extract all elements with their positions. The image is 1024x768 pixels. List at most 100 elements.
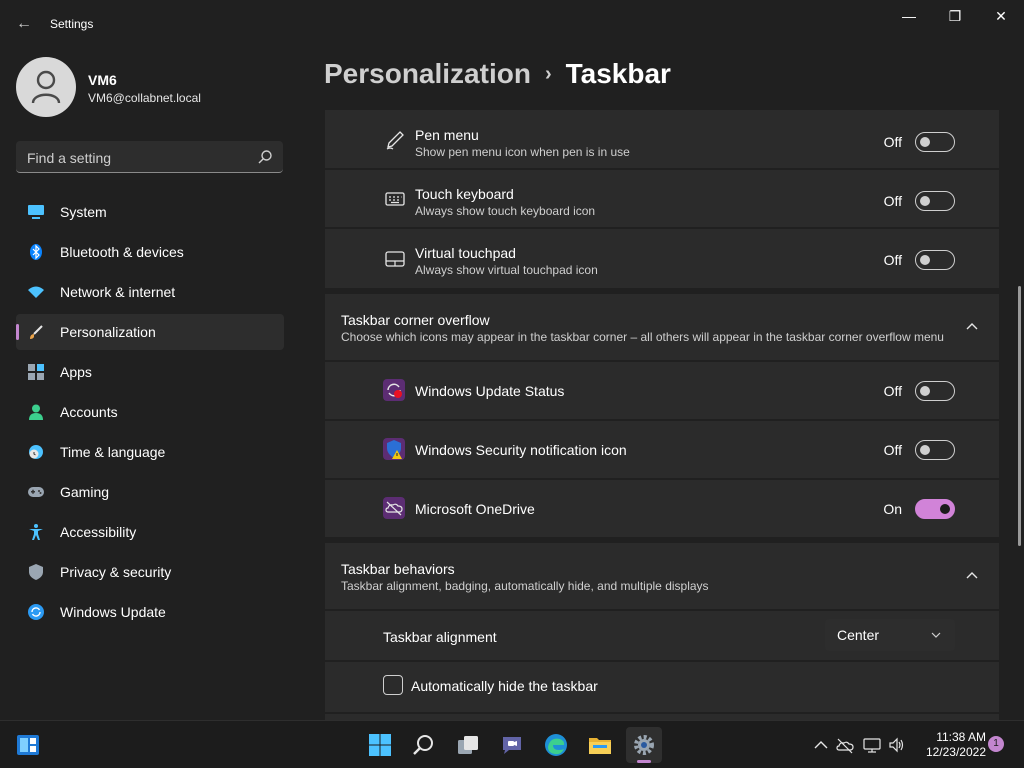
toggle-knob xyxy=(920,445,930,455)
sidebar-item-privacy-security[interactable]: Privacy & security xyxy=(16,554,284,590)
edge-icon xyxy=(545,734,567,756)
sidebar-item-time-language[interactable]: Time & language xyxy=(16,434,284,470)
task-view-button[interactable] xyxy=(450,727,486,763)
sidebar-nav: System Bluetooth & devices Network & int… xyxy=(16,194,284,634)
windows-update-status-toggle[interactable] xyxy=(915,381,955,401)
sidebar-item-system[interactable]: System xyxy=(16,194,284,230)
sidebar-item-label: Bluetooth & devices xyxy=(60,244,184,260)
onedrive-icon xyxy=(383,497,405,519)
minimize-button[interactable]: — xyxy=(886,4,932,28)
apps-icon xyxy=(28,364,44,380)
sidebar-item-label: Privacy & security xyxy=(60,564,172,580)
search-button[interactable] xyxy=(406,727,442,763)
toggle-knob xyxy=(920,196,930,206)
user-profile[interactable]: VM6 VM6@collabnet.local xyxy=(16,57,296,117)
setting-row-onedrive: Microsoft OneDrive On xyxy=(325,480,999,537)
setting-subtitle: Always show touch keyboard icon xyxy=(415,204,596,218)
toggle-state-label: Off xyxy=(883,442,902,458)
virtual-touchpad-toggle[interactable] xyxy=(915,250,955,270)
settings-button[interactable] xyxy=(626,727,662,763)
section-title: Taskbar behaviors xyxy=(341,561,455,577)
sidebar-item-label: System xyxy=(60,204,107,220)
section-subtitle: Choose which icons may appear in the tas… xyxy=(341,330,944,344)
notification-badge[interactable]: 1 xyxy=(988,736,1004,752)
sidebar-item-label: Accessibility xyxy=(60,524,137,540)
widgets-button[interactable] xyxy=(10,727,46,763)
start-button[interactable] xyxy=(362,727,398,763)
sidebar-item-gaming[interactable]: Gaming xyxy=(16,474,284,510)
keyboard-icon xyxy=(385,192,405,206)
chevron-up-icon[interactable] xyxy=(965,320,979,334)
person-icon xyxy=(31,70,61,104)
sidebar-item-accessibility[interactable]: Accessibility xyxy=(16,514,284,550)
setting-title: Touch keyboard xyxy=(415,186,514,202)
clock-time: 11:38 AM xyxy=(936,730,986,744)
maximize-button[interactable]: ❐ xyxy=(932,4,978,28)
wifi-icon xyxy=(28,286,44,298)
toggle-state-label: On xyxy=(883,501,902,517)
toggle-state-label: Off xyxy=(883,193,902,209)
auto-hide-checkbox[interactable] xyxy=(383,675,403,695)
chevron-down-icon xyxy=(931,632,941,638)
widgets-icon xyxy=(17,735,39,755)
onedrive-toggle[interactable] xyxy=(915,499,955,519)
sidebar-item-label: Personalization xyxy=(60,324,156,340)
avatar xyxy=(16,57,76,117)
shield-icon xyxy=(29,564,43,580)
accessibility-icon xyxy=(29,524,43,540)
setting-row-windows-update-status: Windows Update Status Off xyxy=(325,362,999,419)
section-header-taskbar-behaviors[interactable]: Taskbar behaviors Taskbar alignment, bad… xyxy=(325,543,999,609)
clock[interactable]: 11:38 AM 12/23/2022 xyxy=(916,730,986,760)
edge-button[interactable] xyxy=(538,727,574,763)
search-placeholder: Find a setting xyxy=(27,150,112,166)
settings-icon xyxy=(634,735,654,755)
sidebar-item-label: Windows Update xyxy=(60,604,166,620)
search-icon xyxy=(413,735,433,755)
sidebar-item-apps[interactable]: Apps xyxy=(16,354,284,390)
chevron-up-icon[interactable] xyxy=(812,736,830,754)
file-explorer-button[interactable] xyxy=(582,727,618,763)
taskbar-alignment-dropdown[interactable]: Center xyxy=(825,619,955,651)
close-button[interactable]: ✕ xyxy=(978,4,1024,28)
setting-row-virtual-touchpad: Virtual touchpad Always show virtual tou… xyxy=(325,229,999,288)
profile-name: VM6 xyxy=(88,72,117,88)
globe-clock-icon xyxy=(29,445,43,459)
pen-icon xyxy=(386,131,404,150)
sidebar-item-bluetooth[interactable]: Bluetooth & devices xyxy=(16,234,284,270)
person-icon xyxy=(29,404,43,420)
sidebar-item-accounts[interactable]: Accounts xyxy=(16,394,284,430)
breadcrumb-separator-icon: › xyxy=(544,63,552,85)
windows-security-icon xyxy=(383,438,405,460)
search-icon xyxy=(258,150,272,164)
setting-row-auto-hide: Automatically hide the taskbar xyxy=(325,662,999,712)
file-explorer-icon xyxy=(589,738,611,754)
section-header-corner-overflow[interactable]: Taskbar corner overflow Choose which ico… xyxy=(325,294,999,360)
toggle-state-label: Off xyxy=(883,134,902,150)
touch-keyboard-toggle[interactable] xyxy=(915,191,955,211)
setting-title: Virtual touchpad xyxy=(415,245,516,261)
clock-date: 12/23/2022 xyxy=(925,745,986,759)
bluetooth-icon xyxy=(30,244,42,260)
volume-icon[interactable] xyxy=(888,736,906,754)
monitor-icon xyxy=(28,205,44,219)
setting-subtitle: Always show virtual touchpad icon xyxy=(415,263,598,277)
windows-security-toggle[interactable] xyxy=(915,440,955,460)
teams-chat-button[interactable] xyxy=(494,727,530,763)
scrollbar[interactable] xyxy=(1018,286,1021,546)
task-view-icon xyxy=(458,736,478,754)
search-input[interactable]: Find a setting xyxy=(16,141,283,173)
settings-content: Pen menu Show pen menu icon when pen is … xyxy=(325,104,999,721)
onedrive-tray-icon[interactable] xyxy=(836,736,854,754)
setting-title: Taskbar alignment xyxy=(383,629,497,645)
network-icon[interactable] xyxy=(863,736,881,754)
back-button[interactable]: ← xyxy=(12,12,36,36)
breadcrumb-parent[interactable]: Personalization xyxy=(324,58,531,89)
chevron-up-icon[interactable] xyxy=(965,569,979,583)
sidebar-item-network[interactable]: Network & internet xyxy=(16,274,284,310)
dropdown-value: Center xyxy=(837,627,880,643)
sidebar-item-personalization[interactable]: Personalization xyxy=(16,314,284,350)
update-icon xyxy=(28,604,44,620)
section-subtitle: Taskbar alignment, badging, automaticall… xyxy=(341,579,709,593)
sidebar-item-windows-update[interactable]: Windows Update xyxy=(16,594,284,630)
pen-menu-toggle[interactable] xyxy=(915,132,955,152)
